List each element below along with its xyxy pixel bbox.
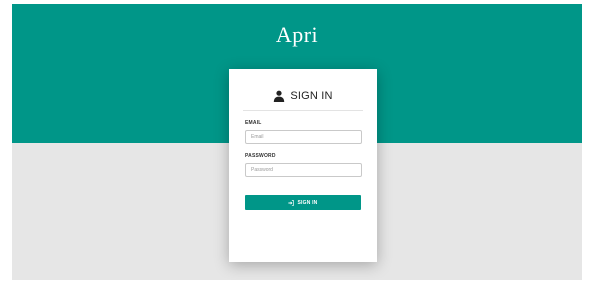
password-label: PASSWORD	[245, 153, 276, 159]
user-icon	[274, 90, 285, 102]
page-frame: Apri SIGN IN EMAIL PASSWORD SIGN IN	[12, 4, 582, 280]
card-title: SIGN IN	[290, 90, 333, 102]
email-field[interactable]	[245, 130, 362, 144]
card-header: SIGN IN	[243, 87, 363, 105]
sign-in-icon	[288, 199, 295, 206]
login-card: SIGN IN EMAIL PASSWORD SIGN IN	[229, 69, 377, 262]
password-field[interactable]	[245, 163, 362, 177]
sign-in-button-label: SIGN IN	[297, 199, 318, 206]
divider	[243, 110, 363, 111]
brand-title: Apri	[275, 22, 319, 47]
email-label: EMAIL	[245, 120, 262, 126]
sign-in-button[interactable]: SIGN IN	[245, 195, 361, 210]
